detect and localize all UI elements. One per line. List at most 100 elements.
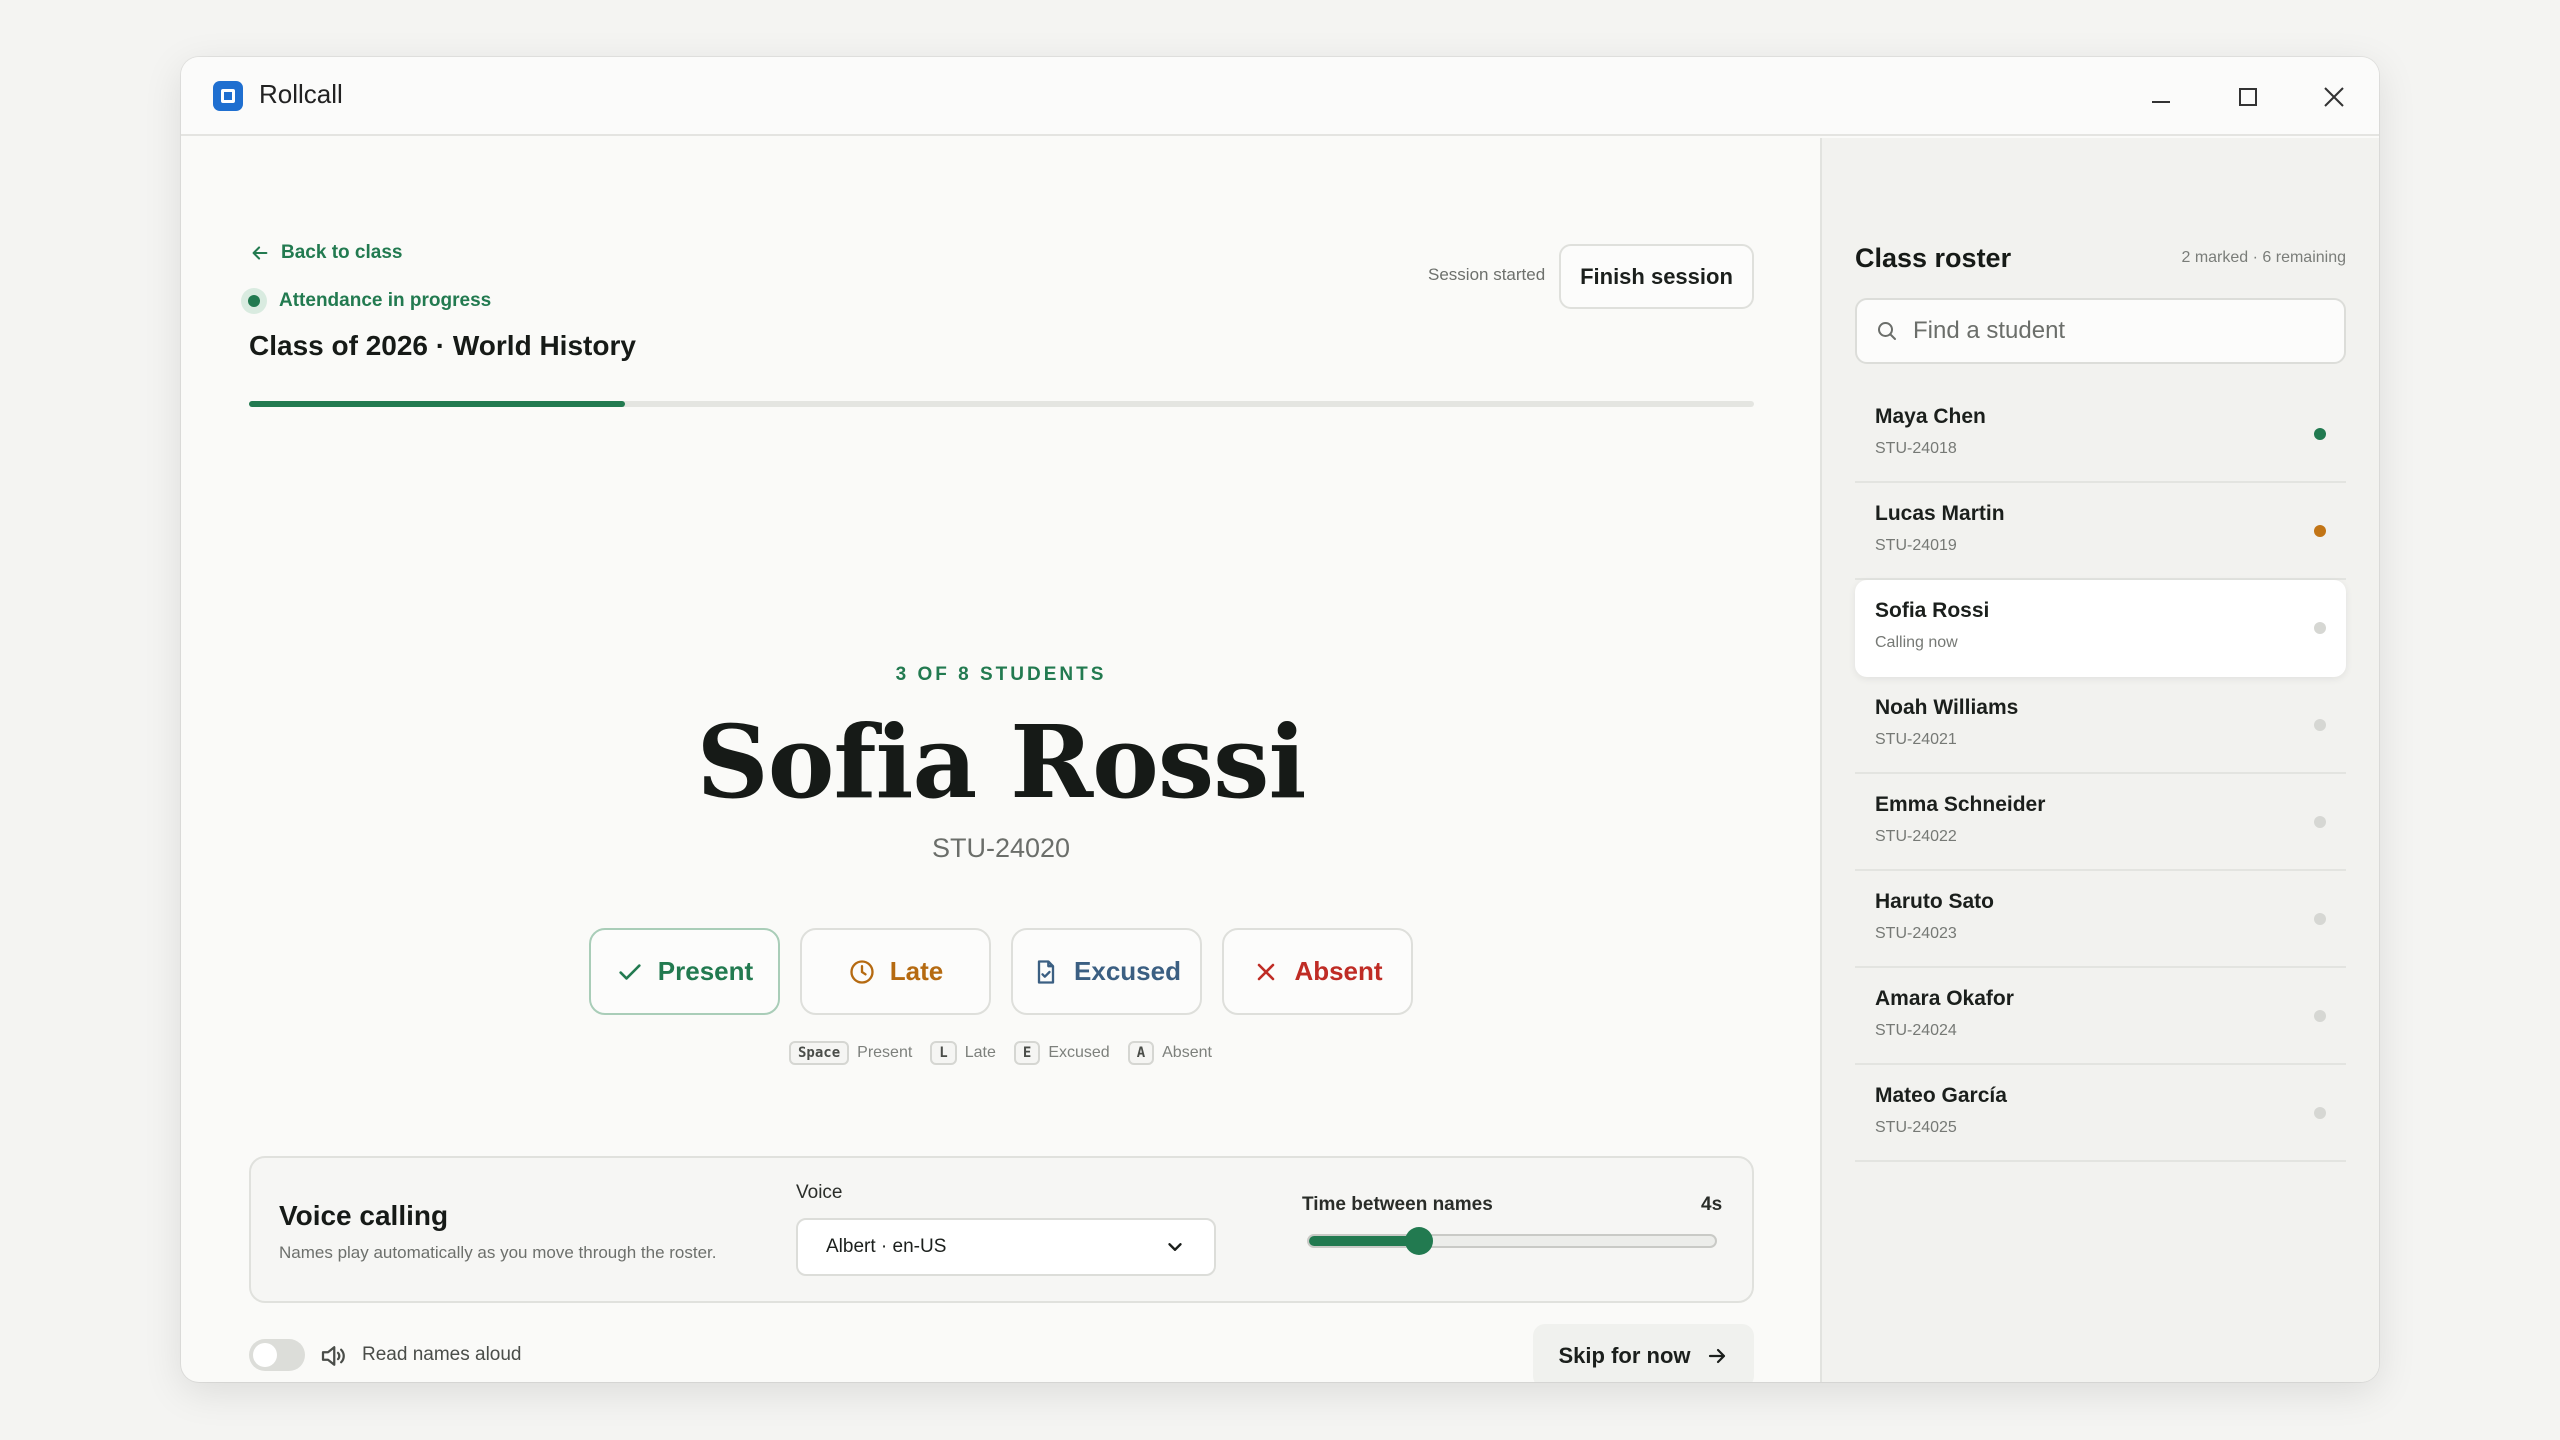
status-dot-icon bbox=[2314, 428, 2326, 440]
roster-sidebar: Class roster 2 marked · 6 remaining Maya… bbox=[1820, 138, 2379, 1382]
roster-list: Maya Chen STU-24018 Lucas Martin STU-24019… bbox=[1855, 386, 2346, 1162]
attendance-status: Attendance in progress bbox=[241, 288, 491, 314]
roster-item-name: Mateo García bbox=[1875, 1084, 2007, 1107]
maximize-button[interactable] bbox=[2226, 75, 2270, 119]
search-icon bbox=[1878, 322, 1896, 340]
shortcut-key: Space bbox=[789, 1041, 850, 1065]
roster-item-id: STU-24023 bbox=[1875, 925, 1957, 942]
roster-item-name: Emma Schneider bbox=[1875, 793, 2046, 816]
session-started-label: Session started bbox=[1428, 265, 1546, 284]
shortcut-key: E bbox=[1013, 1041, 1041, 1065]
roster-item-id: STU-24021 bbox=[1875, 731, 1957, 748]
roster-title: Class roster bbox=[1855, 243, 2012, 273]
clock-icon bbox=[850, 959, 874, 984]
status-dot-icon bbox=[2314, 525, 2326, 537]
minimize-icon bbox=[2152, 101, 2170, 103]
roster-item-current[interactable]: Sofia Rossi Calling now bbox=[1855, 580, 2346, 677]
voice-select[interactable]: Albert · en-US bbox=[796, 1218, 1216, 1276]
close-button[interactable] bbox=[2312, 75, 2356, 119]
roster-item-name: Lucas Martin bbox=[1875, 502, 2005, 525]
absent-label: Absent bbox=[1294, 956, 1383, 986]
excused-label: Excused bbox=[1074, 956, 1181, 986]
voice-select-value: Albert · en-US bbox=[826, 1236, 947, 1257]
shortcut-label: Excused bbox=[1048, 1044, 1110, 1061]
roster-item-id: Calling now bbox=[1875, 634, 1958, 651]
status-dot-icon bbox=[2314, 913, 2326, 925]
finish-session-button[interactable]: Finish session bbox=[1559, 244, 1754, 309]
session-progress-bar bbox=[249, 401, 1754, 407]
close-icon bbox=[2324, 87, 2344, 107]
time-between-names-slider[interactable] bbox=[1307, 1227, 1717, 1255]
roster-item[interactable]: Maya Chen STU-24018 bbox=[1855, 386, 2346, 483]
voice-title: Voice calling bbox=[279, 1200, 449, 1231]
read-aloud-toggle[interactable] bbox=[249, 1339, 305, 1371]
voice-subtitle: Names play automatically as you move thr… bbox=[279, 1243, 717, 1262]
shortcut-label: Present bbox=[857, 1044, 913, 1061]
late-label: Late bbox=[889, 956, 944, 986]
student-search-input[interactable] bbox=[1913, 317, 2333, 345]
app-logo-icon bbox=[213, 81, 243, 111]
app-title: Rollcall bbox=[259, 79, 343, 109]
present-button[interactable]: Present bbox=[589, 928, 780, 1015]
read-aloud-label: Read names aloud bbox=[362, 1344, 522, 1365]
voice-select-label: Voice bbox=[796, 1182, 843, 1203]
minimize-button[interactable] bbox=[2139, 75, 2183, 119]
shortcut-key: L bbox=[930, 1041, 957, 1065]
absent-button[interactable]: Absent bbox=[1222, 928, 1413, 1015]
arrow-right-icon bbox=[1708, 1348, 1725, 1364]
app-window: Rollcall Back to class Attendance in pro… bbox=[181, 57, 2379, 1382]
keyboard-shortcuts: Space Present L Late E Excused A Absent bbox=[789, 1041, 1222, 1065]
title-bar: Rollcall bbox=[181, 57, 2379, 136]
current-student-id: STU-24020 bbox=[931, 833, 1071, 863]
class-title: Class of 2026 · World History bbox=[249, 330, 636, 361]
roster-item-id: STU-24025 bbox=[1875, 1119, 1957, 1136]
roster-count: 2 marked · 6 remaining bbox=[2181, 249, 2346, 266]
shortcut-label: Late bbox=[964, 1044, 996, 1061]
roster-item-name: Noah Williams bbox=[1875, 696, 2019, 719]
status-dot-icon bbox=[2314, 1107, 2326, 1119]
status-dot-icon bbox=[241, 288, 267, 314]
status-text: Attendance in progress bbox=[279, 290, 492, 311]
slider-thumb[interactable] bbox=[1404, 1227, 1433, 1255]
document-check-icon bbox=[1037, 959, 1055, 984]
arrow-left-icon bbox=[252, 246, 268, 260]
roster-item-id: STU-24022 bbox=[1875, 828, 1957, 845]
shortcut-key: A bbox=[1127, 1041, 1155, 1065]
status-dot-icon bbox=[2314, 1010, 2326, 1022]
excused-button[interactable]: Excused bbox=[1011, 928, 1202, 1015]
status-dot-icon bbox=[2314, 719, 2326, 731]
shortcut-label: Absent bbox=[1162, 1044, 1212, 1061]
roster-item[interactable]: Emma Schneider STU-24022 bbox=[1855, 774, 2346, 871]
check-icon bbox=[619, 963, 641, 980]
status-dot-icon bbox=[2314, 816, 2326, 828]
roster-item-id: STU-24019 bbox=[1875, 537, 1957, 554]
session-progress-fill bbox=[249, 401, 626, 407]
roster-item-name: Haruto Sato bbox=[1875, 890, 1995, 913]
roster-item-id: STU-24024 bbox=[1875, 1022, 1957, 1039]
roster-item-id: STU-24018 bbox=[1875, 440, 1957, 457]
voice-calling-panel: Voice calling Names play automatically a… bbox=[249, 1156, 1754, 1303]
roster-item-name: Maya Chen bbox=[1875, 405, 1986, 428]
back-to-class-link[interactable]: Back to class bbox=[249, 242, 402, 264]
roster-item[interactable]: Haruto Sato STU-24023 bbox=[1855, 871, 2346, 968]
back-label: Back to class bbox=[281, 242, 403, 263]
student-search bbox=[1855, 298, 2346, 364]
maximize-icon bbox=[2239, 88, 2257, 106]
roster-item[interactable]: Noah Williams STU-24021 bbox=[1855, 677, 2346, 774]
roster-item[interactable]: Amara Okafor STU-24024 bbox=[1855, 968, 2346, 1065]
status-dot-icon bbox=[2314, 622, 2326, 634]
chevron-down-icon bbox=[1168, 1243, 1182, 1251]
roster-item-name: Sofia Rossi bbox=[1875, 599, 1990, 622]
speaker-icon bbox=[321, 1346, 345, 1366]
slider-fill bbox=[1309, 1236, 1419, 1246]
roster-item[interactable]: Lucas Martin STU-24019 bbox=[1855, 483, 2346, 580]
attendance-actions: Present Late Excused Absent bbox=[589, 928, 1413, 1015]
late-button[interactable]: Late bbox=[800, 928, 991, 1015]
skip-button[interactable]: Skip for now bbox=[1533, 1324, 1754, 1382]
current-student-name: Sofia Rossi bbox=[696, 703, 1307, 821]
skip-label: Skip for now bbox=[1558, 1343, 1691, 1368]
time-between-names-value: 4s bbox=[1701, 1194, 1723, 1215]
roster-item-name: Amara Okafor bbox=[1875, 987, 2014, 1010]
student-counter: 3 OF 8 STUDENTS bbox=[895, 664, 1107, 685]
roster-item[interactable]: Mateo García STU-24025 bbox=[1855, 1065, 2346, 1162]
